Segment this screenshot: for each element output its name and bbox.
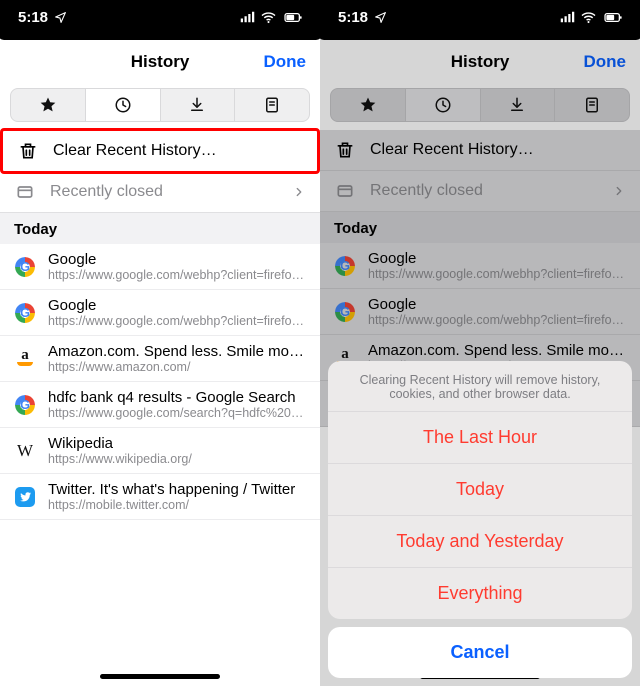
recently-closed-label: Recently closed [50, 183, 278, 201]
history-entry[interactable]: Googlehttps://www.google.com/webhp?clien… [0, 244, 320, 290]
history-entry-url: https://www.google.com/webhp?client=fire… [368, 267, 626, 281]
history-entry-url: https://www.google.com/webhp?client=fire… [48, 268, 306, 282]
download-icon [188, 96, 206, 114]
tab-reading-list[interactable] [235, 89, 309, 121]
action-sheet: Clearing Recent History will remove hist… [320, 353, 640, 686]
location-icon [54, 11, 67, 24]
wifi-icon [260, 11, 277, 24]
done-button[interactable]: Done [264, 40, 307, 84]
battery-icon [601, 11, 626, 24]
done-button[interactable]: Done [584, 40, 627, 84]
history-entry-url: https://www.google.com/search?q=hdfc%20b… [48, 406, 306, 420]
history-entry[interactable]: Googlehttps://www.google.com/webhp?clien… [320, 289, 640, 335]
history-entry-title: hdfc bank q4 results - Google Search [48, 389, 306, 406]
phone-left: 5:18 History Done Clear Recent History… … [0, 0, 320, 686]
trash-icon [18, 141, 38, 161]
tab-reading-list[interactable] [555, 89, 629, 121]
location-icon [374, 11, 387, 24]
clock-icon [114, 96, 132, 114]
header: History Done [320, 40, 640, 84]
history-entry[interactable]: Googlehttps://www.google.com/webhp?clien… [0, 290, 320, 336]
status-bar: 5:18 [0, 0, 320, 34]
bookmark-star-icon [359, 96, 377, 114]
status-time: 5:18 [18, 9, 48, 26]
sheet-option-today[interactable]: Today [328, 464, 632, 516]
tab-history[interactable] [86, 89, 161, 121]
chevron-right-icon [292, 185, 306, 199]
clock-icon [434, 96, 452, 114]
history-entry-title: Amazon.com. Spend less. Smile more. [48, 343, 306, 360]
history-entry-url: https://www.google.com/webhp?client=fire… [48, 314, 306, 328]
header: History Done [0, 40, 320, 84]
google-favicon-icon [15, 303, 35, 323]
recently-closed-label: Recently closed [370, 182, 598, 200]
tab-bookmarks[interactable] [11, 89, 86, 121]
google-favicon-icon [335, 256, 355, 276]
tab-downloads[interactable] [161, 89, 236, 121]
chevron-right-icon [612, 184, 626, 198]
history-entry-url: https://www.amazon.com/ [48, 360, 306, 374]
status-time: 5:18 [338, 9, 368, 26]
download-icon [508, 96, 526, 114]
action-sheet-message: Clearing Recent History will remove hist… [328, 361, 632, 412]
history-entry-title: Twitter. It's what's happening / Twitter [48, 481, 306, 498]
google-favicon-icon [15, 395, 35, 415]
sheet-option-today-yesterday[interactable]: Today and Yesterday [328, 516, 632, 568]
amazon-favicon-icon: a [15, 349, 35, 369]
history-entry-title: Google [368, 250, 626, 267]
google-favicon-icon [15, 257, 35, 277]
bookmark-star-icon [39, 96, 57, 114]
clear-recent-history-label: Clear Recent History… [370, 141, 626, 159]
recently-closed-row[interactable]: Recently closed [0, 172, 320, 213]
tab-icon [15, 182, 35, 202]
history-list: Googlehttps://www.google.com/webhp?clien… [0, 244, 320, 520]
recently-closed-row[interactable]: Recently closed [320, 171, 640, 212]
status-bar: 5:18 [320, 0, 640, 34]
clear-recent-history-row[interactable]: Clear Recent History… [0, 128, 320, 174]
tab-history[interactable] [406, 89, 481, 121]
wifi-icon [580, 11, 597, 24]
reading-list-icon [583, 96, 601, 114]
wikipedia-favicon-icon: W [15, 441, 35, 461]
reading-list-icon [263, 96, 281, 114]
segmented-tabs [10, 88, 310, 122]
tab-icon [335, 181, 355, 201]
history-entry-url: https://www.google.com/webhp?client=fire… [368, 313, 626, 327]
battery-icon [281, 11, 306, 24]
home-indicator[interactable] [100, 674, 220, 679]
tab-downloads[interactable] [481, 89, 556, 121]
history-entry[interactable]: Twitter. It's what's happening / Twitter… [0, 474, 320, 520]
cell-signal-icon [239, 11, 256, 23]
section-header-today: Today [0, 213, 320, 244]
clear-recent-history-row[interactable]: Clear Recent History… [320, 130, 640, 171]
tab-bookmarks[interactable] [331, 89, 406, 121]
history-entry-url: https://mobile.twitter.com/ [48, 498, 306, 512]
history-entry[interactable]: hdfc bank q4 results - Google Searchhttp… [0, 382, 320, 428]
page-title: History [131, 52, 190, 72]
section-header-today: Today [320, 212, 640, 243]
history-entry[interactable]: W Wikipediahttps://www.wikipedia.org/ [0, 428, 320, 474]
history-entry-url: https://www.wikipedia.org/ [48, 452, 306, 466]
google-favicon-icon [335, 302, 355, 322]
history-entry-title: Google [48, 251, 306, 268]
clear-recent-history-label: Clear Recent History… [53, 142, 303, 160]
history-entry-title: Google [48, 297, 306, 314]
sheet-option-last-hour[interactable]: The Last Hour [328, 412, 632, 464]
phone-right: 5:18 History Done Clear Recent History… … [320, 0, 640, 686]
trash-icon [335, 140, 355, 160]
history-entry-title: Wikipedia [48, 435, 306, 452]
segmented-tabs [330, 88, 630, 122]
sheet-option-everything[interactable]: Everything [328, 568, 632, 619]
sheet-cancel-button[interactable]: Cancel [328, 627, 632, 678]
cell-signal-icon [559, 11, 576, 23]
history-entry-title: Google [368, 296, 626, 313]
history-entry[interactable]: Googlehttps://www.google.com/webhp?clien… [320, 243, 640, 289]
page-title: History [451, 52, 510, 72]
history-entry[interactable]: a Amazon.com. Spend less. Smile more.http… [0, 336, 320, 382]
twitter-favicon-icon [15, 487, 35, 507]
